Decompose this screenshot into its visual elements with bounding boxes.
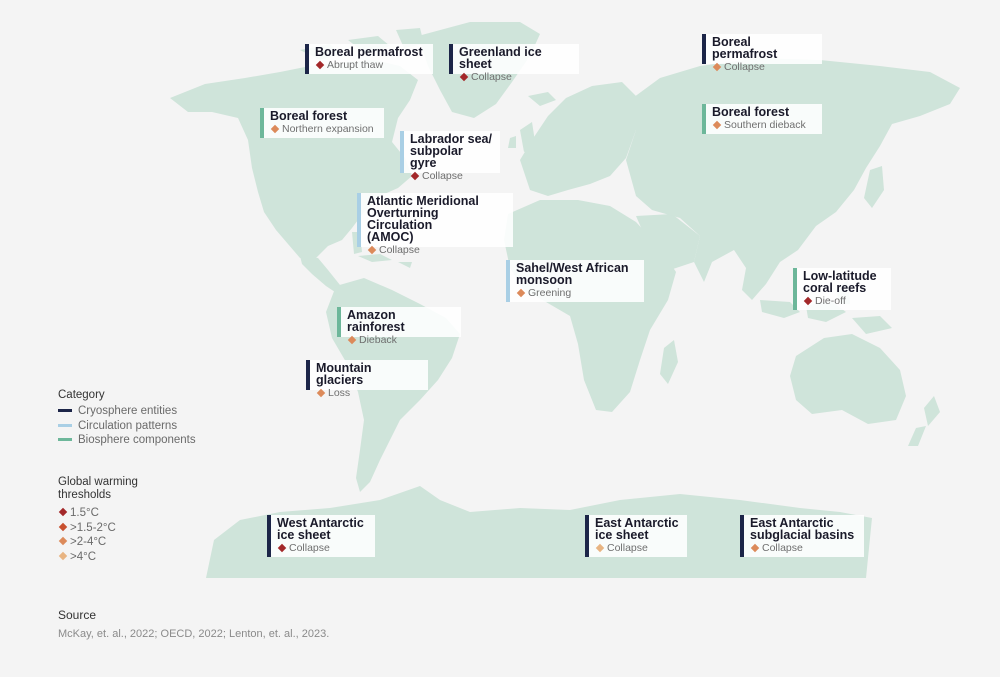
tipping-point-label: East Antarctic ice sheet Collapse	[585, 515, 687, 557]
australia-landmass	[790, 334, 906, 424]
threshold-diamond-icon	[750, 543, 760, 552]
legend-item: Cryosphere entities	[58, 404, 196, 419]
tipping-point-label: Boreal forest Northern expansion	[260, 108, 384, 138]
threshold-diamond-icon	[367, 245, 377, 254]
tipping-point-label: Boreal permafrost Collapse	[702, 34, 822, 73]
threshold-diamond-icon	[516, 288, 526, 297]
threshold-legend-title: Global warming thresholds	[58, 476, 138, 501]
threshold-diamond-icon	[595, 543, 605, 552]
tipping-point-label: Low-latitude coral reefs Die-off	[793, 268, 891, 310]
tipping-point-label: Labrador sea/ subpolar gyre Collapse	[400, 131, 500, 182]
tipping-point-label: East Antarctic subglacial basins Collaps…	[740, 515, 864, 557]
legend-item: >2-4°C	[58, 535, 138, 550]
threshold-diamond-icon	[803, 296, 813, 305]
diamond-icon	[58, 551, 68, 561]
threshold-diamond-icon	[712, 62, 722, 71]
category-legend-title: Category	[58, 389, 105, 401]
japan-islands	[864, 166, 884, 208]
tipping-point-label: Mountain glaciers Loss	[306, 360, 428, 399]
diamond-icon	[58, 508, 68, 517]
legend-item: Biosphere components	[58, 433, 196, 448]
category-swatch	[58, 423, 72, 427]
tipping-point-label: Amazon rainforest Dieback	[337, 307, 461, 346]
diamond-icon	[58, 522, 68, 532]
madagascar-landmass	[660, 340, 678, 384]
tipping-point-label: West Antarctic ice sheet Collapse	[267, 515, 375, 557]
iceland-landmass	[528, 92, 556, 106]
diamond-icon	[58, 537, 68, 546]
tipping-point-label: Greenland ice sheet Collapse	[449, 44, 579, 83]
legend-item: Circulation patterns	[58, 419, 196, 434]
threshold-diamond-icon	[459, 72, 469, 81]
threshold-diamond-icon	[347, 335, 357, 344]
category-legend: Category Cryosphere entities Circulation…	[58, 389, 196, 448]
threshold-diamond-icon	[315, 60, 325, 69]
threshold-diamond-icon	[270, 124, 280, 133]
new-zealand-landmass	[908, 396, 940, 446]
legend-item: 1.5°C	[58, 506, 138, 521]
category-swatch	[58, 438, 72, 442]
tipping-point-label: Boreal permafrost Abrupt thaw	[305, 44, 433, 74]
threshold-diamond-icon	[316, 388, 326, 397]
source-text: McKay, et. al., 2022; OECD, 2022; Lenton…	[58, 628, 330, 640]
category-swatch	[58, 409, 72, 413]
threshold-legend: Global warming thresholds 1.5°C >1.5-2°C…	[58, 476, 138, 564]
source-title: Source	[58, 608, 97, 622]
tipping-point-label: Atlantic Meridional Overturning Circulat…	[357, 193, 513, 256]
legend-item: >4°C	[58, 550, 138, 565]
legend-item: >1.5-2°C	[58, 521, 138, 536]
tipping-point-label: Sahel/West African monsoon Greening	[506, 260, 644, 302]
british-isles	[508, 122, 536, 152]
world-map	[170, 22, 960, 578]
caribbean-islands	[358, 254, 412, 268]
tipping-point-label: Boreal forest Southern dieback	[702, 104, 822, 134]
threshold-diamond-icon	[712, 120, 722, 129]
threshold-diamond-icon	[410, 171, 420, 180]
threshold-diamond-icon	[277, 543, 287, 552]
